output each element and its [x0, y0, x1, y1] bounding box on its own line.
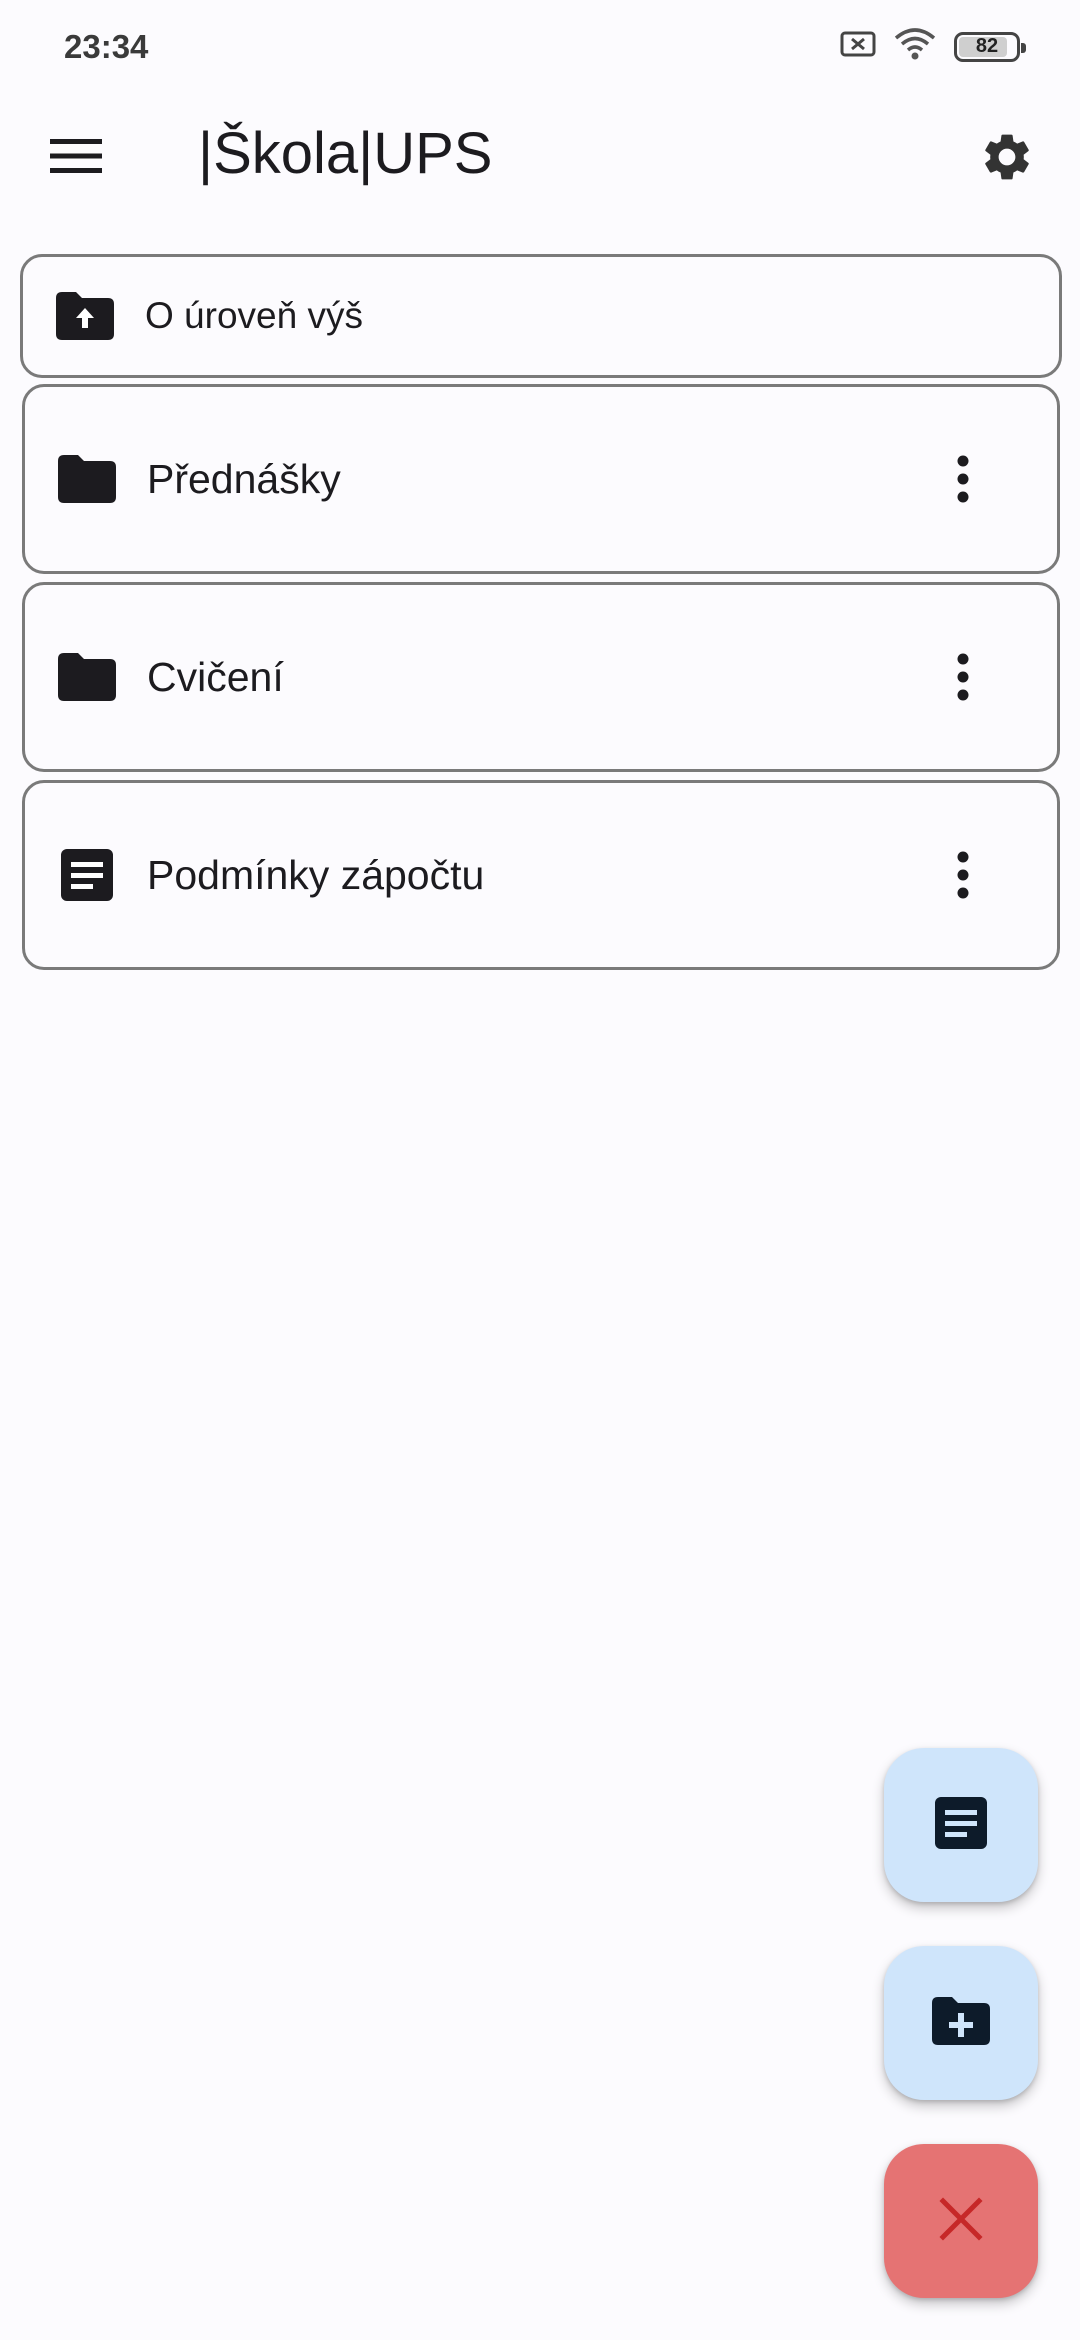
more-options-button[interactable]	[939, 835, 987, 915]
list-item-label: Podmínky zápočtu	[147, 851, 485, 898]
list-item[interactable]: Cvičení	[22, 582, 1060, 772]
status-icons: 82	[840, 28, 1026, 65]
close-icon	[939, 2196, 983, 2246]
folder-icon	[57, 449, 117, 509]
more-options-button[interactable]	[939, 439, 987, 519]
menu-button[interactable]	[40, 122, 112, 194]
folder-up-icon	[55, 286, 115, 346]
wifi-icon	[894, 28, 936, 65]
folder-plus-icon	[932, 1996, 990, 2050]
document-icon	[57, 845, 117, 905]
settings-button[interactable]	[972, 124, 1042, 194]
page-title: |Škola|UPS	[198, 121, 493, 186]
menu-icon	[50, 138, 102, 179]
new-document-button[interactable]	[884, 1748, 1038, 1902]
app-bar: |Škola|UPS	[0, 100, 1080, 212]
close-fab-button[interactable]	[884, 2144, 1038, 2298]
status-time: 23:34	[64, 28, 149, 65]
up-level-item[interactable]: O úroveň výš	[20, 254, 1062, 378]
list-item[interactable]: Přednášky	[22, 384, 1060, 574]
new-folder-button[interactable]	[884, 1946, 1038, 2100]
up-level-label: O úroveň výš	[145, 295, 363, 336]
gear-icon	[979, 129, 1035, 190]
status-bar: 23:34 82	[0, 0, 1080, 100]
more-options-button[interactable]	[939, 637, 987, 717]
folder-icon	[57, 647, 117, 707]
battery-icon: 82	[954, 31, 1026, 62]
list-item-label: Cvičení	[147, 653, 284, 700]
list-item[interactable]: Podmínky zápočtu	[22, 780, 1060, 970]
no-sim-icon	[840, 29, 876, 64]
battery-level: 82	[975, 35, 999, 57]
document-icon	[935, 1796, 987, 1854]
list-item-label: Přednášky	[147, 455, 341, 502]
